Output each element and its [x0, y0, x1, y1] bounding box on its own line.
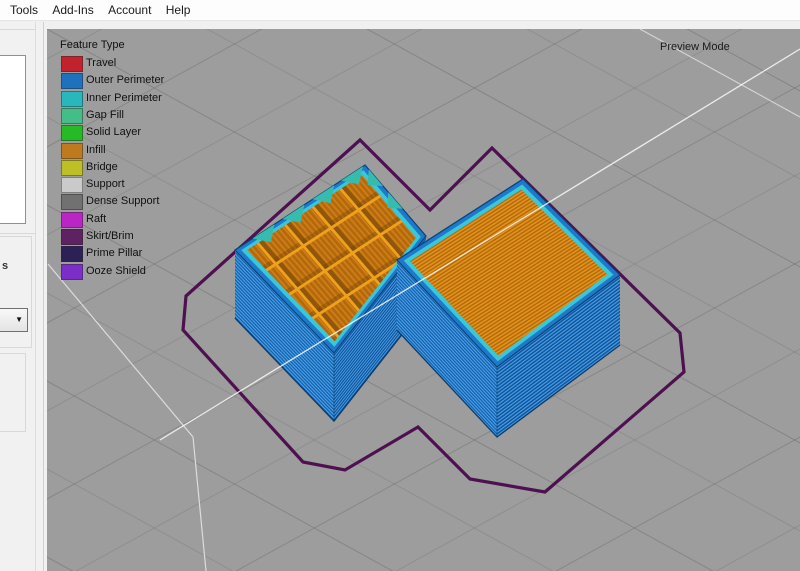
sidebar-dropdown[interactable]: ▼ — [0, 308, 28, 332]
legend-title: Feature Type — [60, 39, 210, 51]
legend-color-swatch — [61, 160, 83, 176]
legend-label: Skirt/Brim — [86, 230, 134, 242]
process-list[interactable] — [0, 55, 26, 224]
sidebar-groupbox-bottom — [0, 353, 26, 432]
legend-color-swatch — [61, 264, 83, 280]
legend-color-swatch — [61, 125, 83, 141]
feature-type-legend: Feature Type TravelOuter PerimeterInner … — [60, 39, 210, 55]
legend-label: Outer Perimeter — [86, 74, 164, 86]
preview-mode-label: Preview Mode — [660, 41, 730, 53]
legend-label: Dense Support — [86, 195, 159, 207]
legend-color-swatch — [61, 229, 83, 245]
panel-splitter[interactable] — [43, 22, 44, 571]
legend-label: Bridge — [86, 161, 118, 173]
panel-divider — [35, 22, 36, 571]
legend-label: Inner Perimeter — [86, 92, 162, 104]
menu-item-help[interactable]: Help — [166, 0, 191, 21]
legend-label: Support — [86, 178, 125, 190]
legend-color-swatch — [61, 212, 83, 228]
legend-label: Infill — [86, 144, 106, 156]
preview-viewport[interactable]: Feature Type Travel Outer Perimeter Inner … — [47, 29, 800, 571]
legend-label: Solid Layer — [86, 126, 141, 138]
menu-item-add-ins[interactable]: Add-Ins — [52, 0, 93, 21]
legend-color-swatch — [61, 194, 83, 210]
legend-label: Ooze Shield — [86, 265, 146, 277]
legend-color-swatch — [61, 246, 83, 262]
legend-color-swatch — [61, 143, 83, 159]
menu-item-tools[interactable]: Tools — [10, 0, 38, 21]
legend-color-swatch — [61, 56, 83, 72]
legend-label: Raft — [86, 213, 106, 225]
menu-bar: Tools Add-Ins Account Help — [0, 0, 800, 21]
left-panel: s ▼ — [0, 22, 47, 571]
legend-color-swatch — [61, 91, 83, 107]
legend-label: Travel — [86, 57, 116, 69]
legend-color-swatch — [61, 108, 83, 124]
menu-item-account[interactable]: Account — [108, 0, 151, 21]
legend-color-swatch — [61, 73, 83, 89]
chevron-down-icon: ▼ — [15, 315, 23, 325]
legend-color-swatch — [61, 177, 83, 193]
legend-label: Gap Fill — [86, 109, 124, 121]
legend-label: Prime Pillar — [86, 247, 142, 259]
